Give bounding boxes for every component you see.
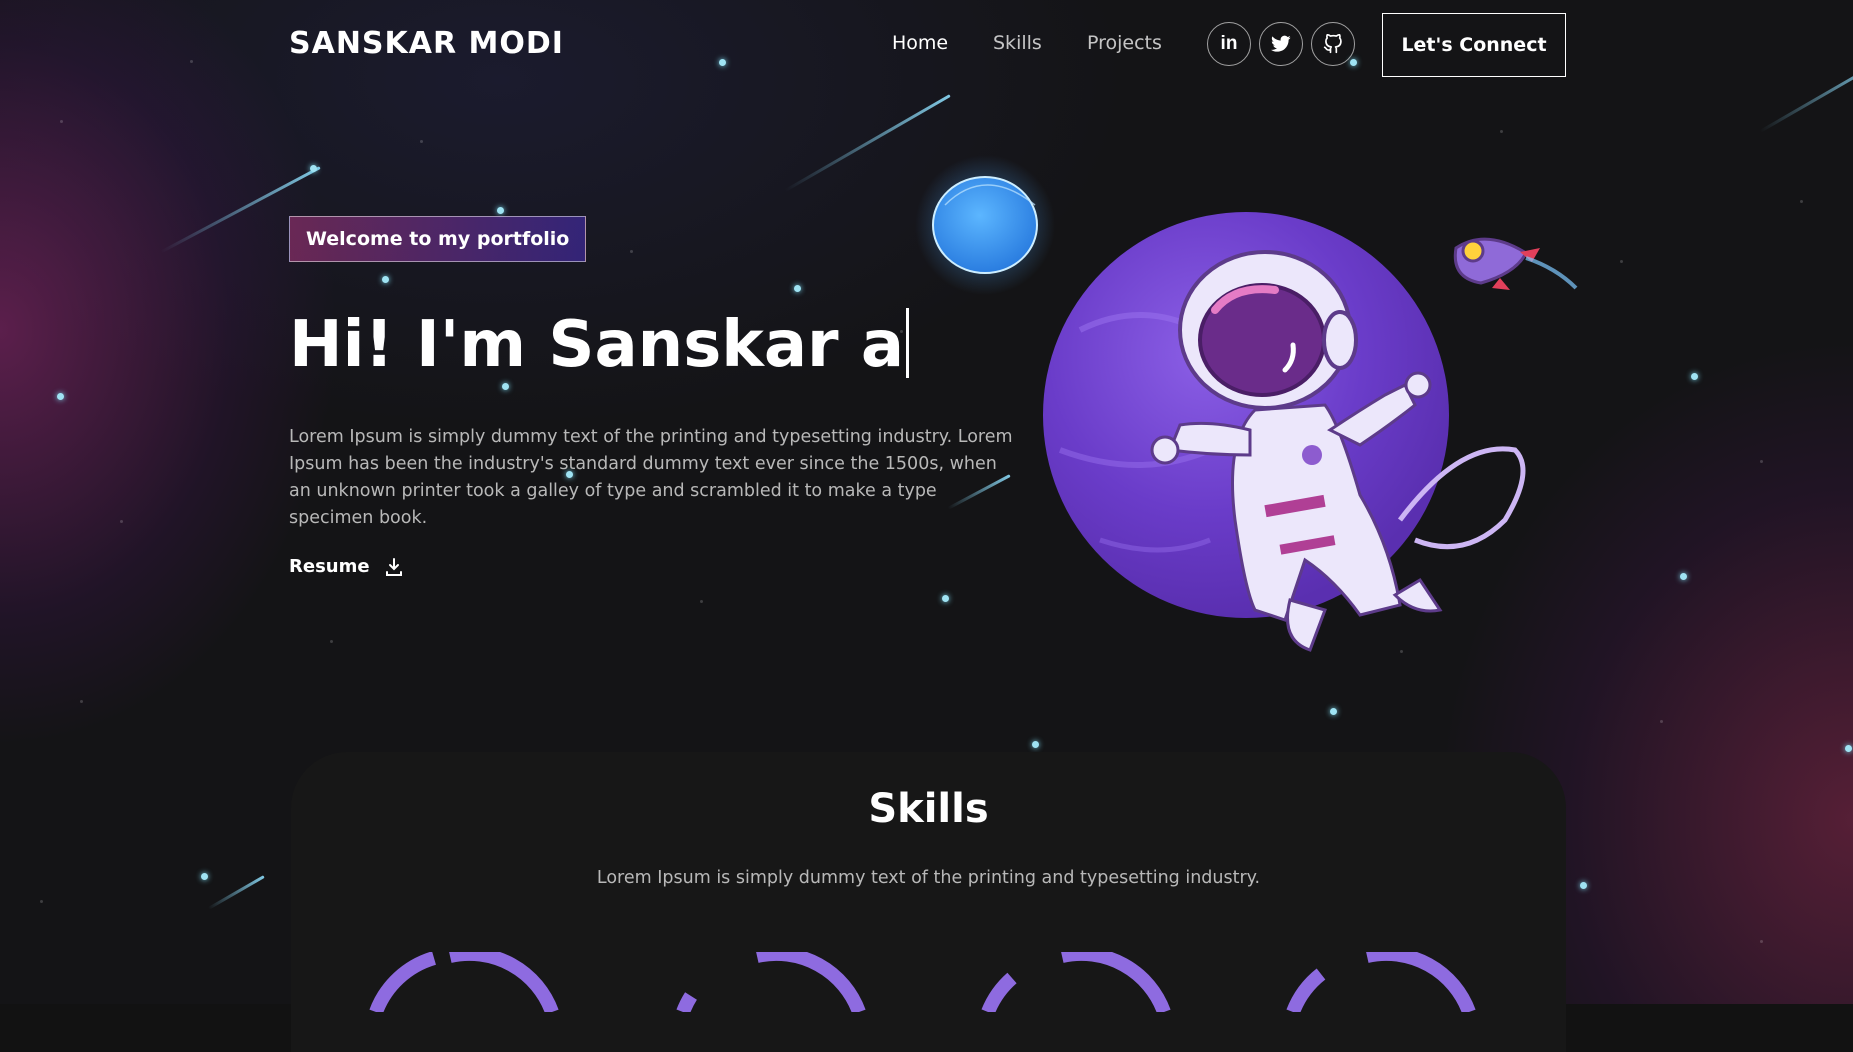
skill-meter <box>676 952 866 1012</box>
skills-subtitle: Lorem Ipsum is simply dummy text of the … <box>596 868 1261 888</box>
star <box>1580 882 1587 889</box>
twitter-button[interactable] <box>1259 22 1303 66</box>
dust <box>1800 200 1803 203</box>
linkedin-icon: in <box>1220 33 1238 54</box>
skill-meter <box>1286 952 1476 1012</box>
github-icon <box>1323 34 1342 54</box>
skills-section: Skills Lorem Ipsum is simply dummy text … <box>291 752 1566 1052</box>
typing-caret <box>906 308 910 378</box>
dust <box>40 900 43 903</box>
star <box>497 207 504 214</box>
dust <box>1660 720 1663 723</box>
shooting-star <box>784 94 951 192</box>
brand-logo[interactable]: SANSKAR MODI <box>289 26 564 61</box>
star <box>382 276 389 283</box>
star <box>1691 373 1698 380</box>
dust <box>1760 940 1763 943</box>
dust <box>420 140 423 143</box>
hero-intro: Lorem Ipsum is simply dummy text of the … <box>289 427 1013 528</box>
skills-title: Skills <box>868 786 989 832</box>
star <box>310 165 317 172</box>
star <box>794 285 801 292</box>
skill-meter <box>981 952 1171 1012</box>
dust <box>1020 200 1023 203</box>
resume-download-button[interactable]: Resume <box>289 556 404 577</box>
hero-headline: Hi! I'm Sanskar a <box>289 308 910 382</box>
welcome-tagline: Welcome to my portfolio <box>289 216 587 262</box>
dust <box>120 520 123 523</box>
skill-meter <box>369 952 559 1012</box>
dust <box>700 600 703 603</box>
shooting-star <box>207 875 265 910</box>
star <box>1845 745 1852 752</box>
star <box>1032 741 1039 748</box>
dust <box>1760 460 1763 463</box>
download-icon <box>385 557 402 576</box>
dust <box>330 640 333 643</box>
dust <box>630 250 633 253</box>
linkedin-button[interactable]: in <box>1207 22 1251 66</box>
twitter-icon <box>1271 35 1291 52</box>
dust <box>60 120 63 123</box>
nav-link-projects[interactable]: Projects <box>1087 32 1162 54</box>
headline-text: Hi! I'm Sanskar a <box>289 308 905 382</box>
github-button[interactable] <box>1311 22 1355 66</box>
resume-label: Resume <box>289 556 370 577</box>
star <box>57 393 64 400</box>
top-navbar: SANSKAR MODI Home Skills Projects in Let… <box>0 0 1853 88</box>
dust <box>80 700 83 703</box>
nav-link-home[interactable]: Home <box>892 32 948 54</box>
dust <box>1620 260 1623 263</box>
dust <box>1500 130 1503 133</box>
star <box>1680 573 1687 580</box>
nav-link-skills[interactable]: Skills <box>993 32 1042 54</box>
dust <box>1400 650 1403 653</box>
lets-connect-button[interactable]: Let's Connect <box>1382 13 1566 77</box>
star <box>201 873 208 880</box>
star <box>942 595 949 602</box>
star <box>1330 708 1337 715</box>
star <box>502 383 509 390</box>
